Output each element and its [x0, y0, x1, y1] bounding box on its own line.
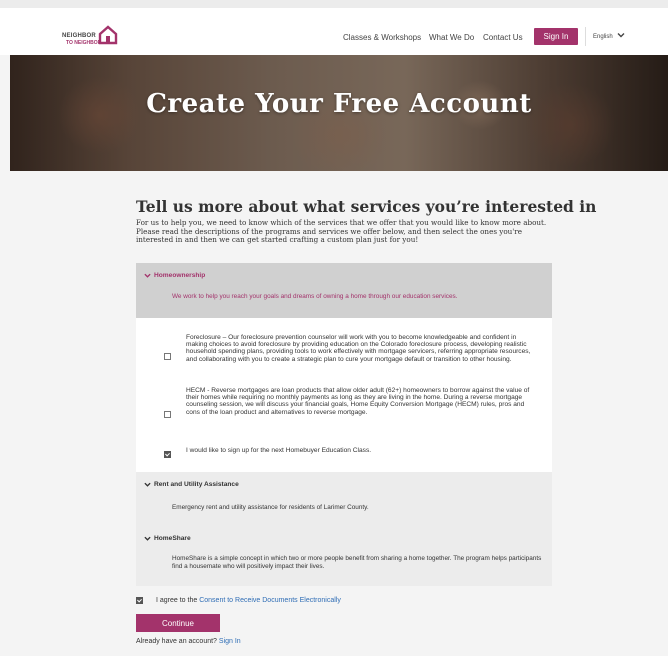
- chevron-down-icon[interactable]: [617, 31, 625, 39]
- homeownership-section-header[interactable]: Homeownership We work to help you reach …: [136, 263, 552, 318]
- homeownership-description: We work to help you reach your goals and…: [172, 293, 458, 300]
- homeshare-title-row[interactable]: HomeShare: [144, 535, 191, 542]
- consent-label: I agree to the Consent to Receive Docume…: [156, 597, 341, 604]
- homeshare-description: HomeShare is a simple concept in which t…: [172, 555, 542, 570]
- logo-text-line1: NEIGHBOR: [62, 33, 96, 39]
- footer-sign-in-link[interactable]: Sign In: [219, 638, 241, 645]
- rent-title: Rent and Utility Assistance: [154, 481, 239, 488]
- continue-button[interactable]: Continue: [136, 614, 220, 632]
- services-heading: Tell us more about what services you’re …: [136, 197, 597, 216]
- homeownership-title-row[interactable]: Homeownership: [144, 272, 205, 279]
- top-strip: [0, 0, 668, 8]
- foreclosure-option-text: Foreclosure – Our foreclosure prevention…: [186, 334, 531, 363]
- chevron-down-icon: [144, 536, 151, 541]
- homeownership-options: Foreclosure – Our foreclosure prevention…: [136, 318, 552, 472]
- hero-banner: Create Your Free Account: [10, 55, 668, 171]
- homeshare-section[interactable]: HomeShare HomeShare is a simple concept …: [136, 524, 552, 586]
- language-selector[interactable]: English: [593, 34, 613, 40]
- homebuyer-class-option-text: I would like to sign up for the next Hom…: [186, 447, 372, 454]
- header-sign-in-button[interactable]: Sign In: [534, 28, 578, 45]
- logo-text-line2: TO NEIGHBOR: [66, 40, 102, 46]
- chevron-down-icon: [144, 482, 151, 487]
- rent-utility-section[interactable]: Rent and Utility Assistance Emergency re…: [136, 472, 552, 524]
- already-have-account: Already have an account? Sign In: [136, 638, 241, 645]
- already-text: Already have an account?: [136, 638, 217, 645]
- header-divider: [585, 27, 586, 46]
- consent-documents-link[interactable]: Consent to Receive Documents Electronica…: [199, 597, 341, 604]
- nav-what-we-do[interactable]: What We Do: [429, 33, 474, 42]
- hero-title: Create Your Free Account: [146, 89, 532, 119]
- rent-title-row[interactable]: Rent and Utility Assistance: [144, 481, 239, 488]
- hecm-option-text: HECM - Reverse mortgages are loan produc…: [186, 387, 530, 416]
- rent-description: Emergency rent and utility assistance fo…: [172, 504, 369, 511]
- consent-checkbox[interactable]: [136, 597, 143, 604]
- nav-contact-us[interactable]: Contact Us: [483, 33, 523, 42]
- foreclosure-checkbox[interactable]: [164, 353, 171, 360]
- site-header: NEIGHBOR TO NEIGHBOR Classes & Workshops…: [0, 8, 668, 55]
- services-intro: For us to help you, we need to know whic…: [136, 218, 547, 245]
- neighbor-to-neighbor-logo[interactable]: NEIGHBOR TO NEIGHBOR: [62, 25, 122, 47]
- homeshare-title: HomeShare: [154, 535, 191, 542]
- homeownership-title: Homeownership: [154, 272, 206, 279]
- homebuyer-class-checkbox[interactable]: [164, 451, 171, 458]
- consent-prefix: I agree to the: [156, 597, 198, 604]
- chevron-down-icon: [144, 273, 151, 278]
- hecm-checkbox[interactable]: [164, 411, 171, 418]
- nav-classes-workshops[interactable]: Classes & Workshops: [343, 33, 421, 42]
